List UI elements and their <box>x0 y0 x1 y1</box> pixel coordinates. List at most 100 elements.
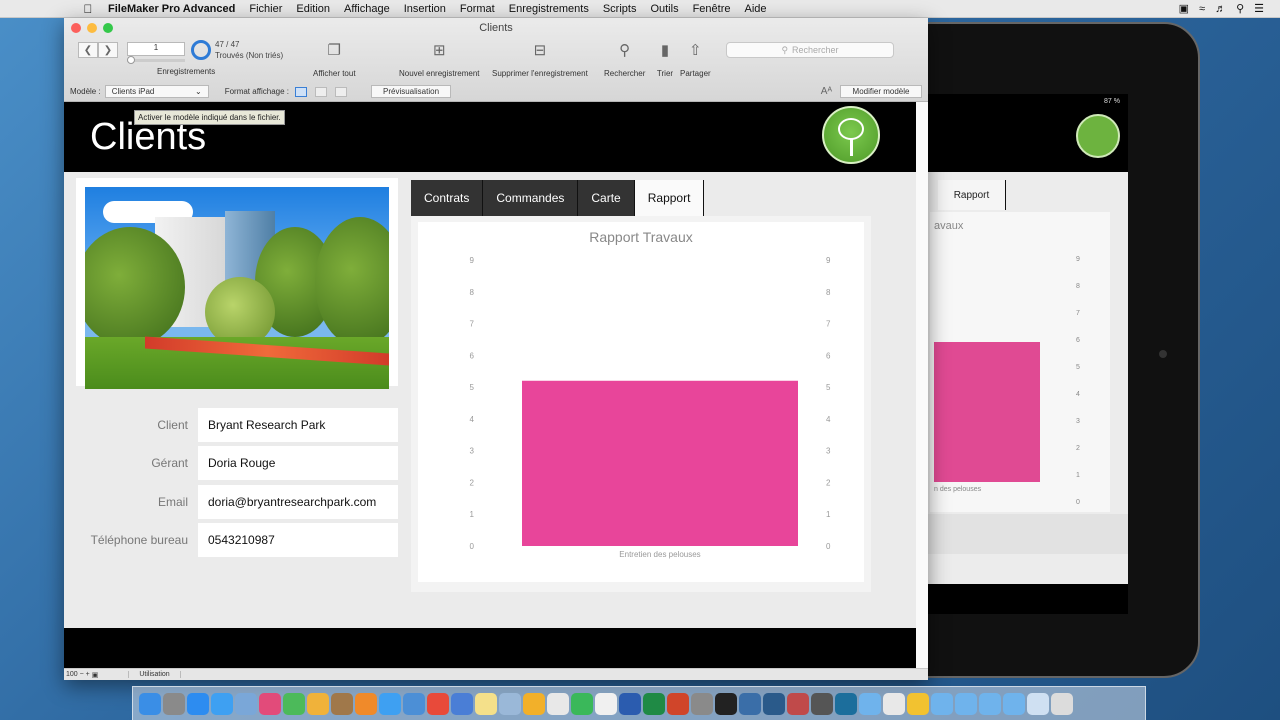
preview-button[interactable]: Prévisualisation <box>371 85 452 98</box>
menu-enregistrements[interactable]: Enregistrements <box>509 3 589 15</box>
client-name-field[interactable]: Bryant Research Park <box>198 408 398 442</box>
contacts-icon[interactable] <box>331 692 353 715</box>
ipad-footer-area <box>926 514 1128 554</box>
docs-folder-icon[interactable] <box>979 692 1001 715</box>
trash-icon[interactable] <box>1051 692 1073 715</box>
delete-record-button[interactable]: ⊟ Supprimer l'enregistrement <box>492 39 588 78</box>
preview-icon[interactable] <box>499 692 521 715</box>
client-photo[interactable] <box>85 187 389 389</box>
tab-commandes[interactable]: Commandes <box>483 180 579 216</box>
launchpad-icon[interactable] <box>163 692 185 715</box>
apple-menu-icon[interactable]:  <box>80 2 96 16</box>
facetime-icon[interactable] <box>283 692 305 715</box>
powerpoint-icon[interactable] <box>667 692 689 715</box>
ipad-ytick: 5 <box>1076 364 1080 371</box>
previous-record-button[interactable]: ❮ <box>78 42 98 58</box>
new-record-button[interactable]: ⊞ Nouvel enregistrement <box>399 39 479 78</box>
ical-icon[interactable] <box>523 692 545 715</box>
notification-center-icon[interactable]: ☰ <box>1254 2 1264 15</box>
volume-icon[interactable]: ♬ <box>1215 3 1226 15</box>
found-status: Trouvés (Non triés) <box>215 51 284 60</box>
xcode-icon[interactable] <box>403 692 425 715</box>
text-formatting-icon[interactable]: Aᴬ <box>821 86 832 97</box>
calendar-icon[interactable] <box>427 692 449 715</box>
manager-field[interactable]: Doria Rouge <box>198 446 398 480</box>
find-button[interactable]: ⚲ Rechercher <box>604 39 645 78</box>
settings-icon[interactable] <box>691 692 713 715</box>
image-capture-icon[interactable] <box>739 692 761 715</box>
menu-edition[interactable]: Edition <box>296 3 330 15</box>
menu-aide[interactable]: Aide <box>745 3 767 15</box>
table-view-icon[interactable] <box>335 86 348 97</box>
menu-fichier[interactable]: Fichier <box>249 3 282 15</box>
field-label: Email <box>157 495 188 509</box>
toggle-toolbar-icon[interactable]: ▣ <box>90 671 99 679</box>
zoom-level[interactable]: 100 <box>66 671 78 678</box>
found-set-pie-icon[interactable] <box>191 40 211 60</box>
record-slider-knob[interactable] <box>127 56 135 64</box>
menu-outils[interactable]: Outils <box>650 3 678 15</box>
menu-fenetre[interactable]: Fenêtre <box>693 3 731 15</box>
photos-icon[interactable] <box>307 692 329 715</box>
pages-icon[interactable] <box>355 692 377 715</box>
y-tick-label-right: 9 <box>826 256 831 265</box>
adium-icon[interactable] <box>907 692 929 715</box>
mode-popup[interactable]: Utilisation <box>128 671 181 678</box>
form-view-icon[interactable] <box>295 86 308 97</box>
finder-icon[interactable] <box>139 692 161 715</box>
activity-icon[interactable] <box>835 692 857 715</box>
textedit-icon[interactable] <box>547 692 569 715</box>
menu-app-name[interactable]: FileMaker Pro Advanced <box>108 3 235 15</box>
tab-rapport[interactable]: Rapport <box>634 180 705 216</box>
word-icon[interactable] <box>619 692 641 715</box>
layout-select[interactable]: Clients iPad ⌄ <box>104 85 209 98</box>
apps-folder-icon[interactable] <box>955 692 977 715</box>
share-button[interactable]: ⇧ Partager <box>680 39 711 78</box>
spotlight-icon[interactable]: ⚲ <box>1236 2 1244 15</box>
menu-affichage[interactable]: Affichage <box>344 3 390 15</box>
screen-recording-icon[interactable]: ▣ <box>1179 2 1189 15</box>
safari-icon[interactable] <box>211 692 233 715</box>
show-all-button[interactable]: ❐ Afficher tout <box>313 39 356 78</box>
menu-format[interactable]: Format <box>460 3 495 15</box>
help-icon[interactable] <box>1027 692 1049 715</box>
notes-icon[interactable] <box>475 692 497 715</box>
y-tick-label-right: 6 <box>826 351 831 360</box>
email-field[interactable]: doria@bryantresearchpark.com <box>198 485 398 519</box>
folder-icon[interactable] <box>859 692 881 715</box>
wifi-icon[interactable]: ≈ <box>1199 3 1205 15</box>
ipad-tab-rapport[interactable]: Rapport <box>938 180 1006 210</box>
app-store-icon[interactable] <box>187 692 209 715</box>
ipad-home-button[interactable] <box>1159 350 1167 358</box>
excel-icon[interactable] <box>643 692 665 715</box>
list-view-icon[interactable] <box>315 86 328 97</box>
quick-find-input[interactable]: ⚲ Rechercher <box>726 42 894 58</box>
phone-field[interactable]: 0543210987 <box>198 523 398 557</box>
layout-label: Modèle : <box>70 87 101 96</box>
edit-layout-button[interactable]: Modifier modèle <box>840 85 922 98</box>
messages-icon[interactable] <box>379 692 401 715</box>
downloads-folder-icon[interactable] <box>931 692 953 715</box>
filemaker-icon[interactable] <box>787 692 809 715</box>
current-record-input[interactable]: 1 <box>127 42 185 56</box>
reminders-icon[interactable] <box>595 692 617 715</box>
menu-scripts[interactable]: Scripts <box>603 3 637 15</box>
record-slider[interactable] <box>127 56 185 64</box>
menu-insertion[interactable]: Insertion <box>404 3 446 15</box>
quicktime-icon[interactable] <box>763 692 785 715</box>
next-record-button[interactable]: ❯ <box>98 42 118 58</box>
sort-button[interactable]: ▮ Trier <box>654 39 676 78</box>
keynote-icon[interactable] <box>451 692 473 715</box>
numbers-icon[interactable] <box>571 692 593 715</box>
folder-2-icon[interactable] <box>1003 692 1025 715</box>
itunes-icon[interactable] <box>259 692 281 715</box>
info-icon[interactable] <box>883 692 905 715</box>
chess-icon[interactable] <box>811 692 833 715</box>
mail-icon[interactable] <box>235 692 257 715</box>
scroll-gutter <box>916 102 928 668</box>
ipad-chart-bar <box>934 342 1040 482</box>
terminal-icon[interactable] <box>715 692 737 715</box>
tab-contrats[interactable]: Contrats <box>411 180 484 216</box>
field-row-phone: Téléphone bureau 0543210987 <box>76 523 400 557</box>
tab-carte[interactable]: Carte <box>578 180 635 216</box>
